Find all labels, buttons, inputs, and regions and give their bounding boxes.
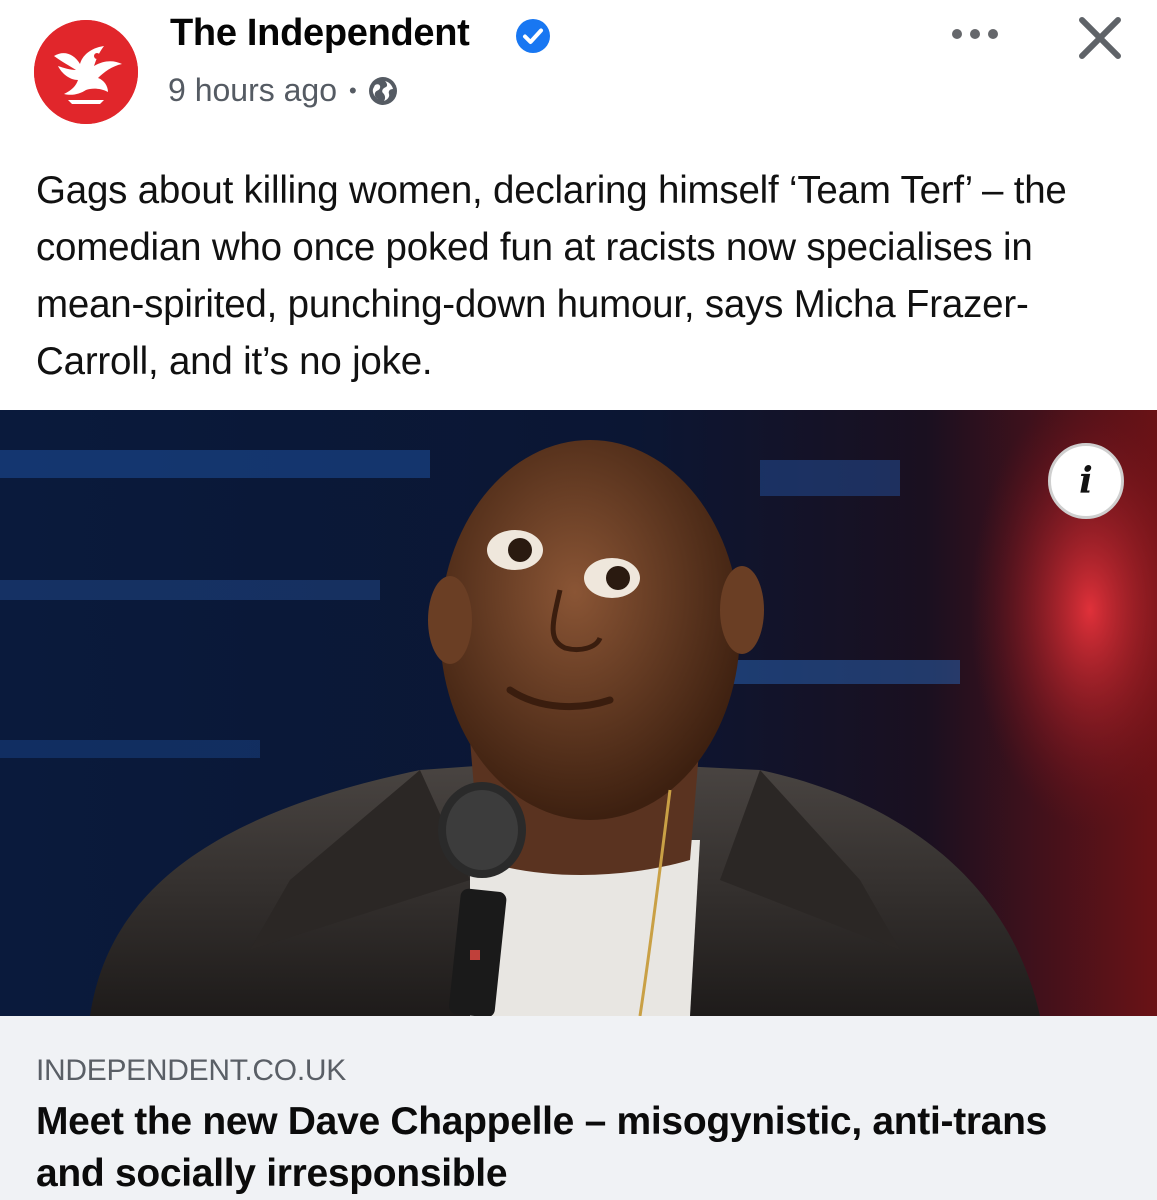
link-preview-card[interactable]: INDEPENDENT.CO.UK Meet the new Dave Chap…	[0, 1016, 1157, 1200]
globe-icon	[368, 76, 397, 105]
post-caption: Gags about killing women, declaring hims…	[36, 169, 1067, 383]
link-domain: INDEPENDENT.CO.UK	[36, 1054, 346, 1087]
eagle-logo-icon	[34, 20, 138, 124]
page-name[interactable]: The Independent	[170, 12, 470, 55]
post-timestamp[interactable]: 9 hours ago	[168, 72, 337, 109]
meta-separator: •	[349, 77, 357, 103]
comedian-photo	[0, 410, 1157, 1016]
link-headline[interactable]: Meet the new Dave Chappelle – misogynist…	[36, 1096, 1126, 1200]
verified-badge-icon	[516, 19, 550, 53]
article-photo[interactable]	[0, 410, 1157, 1016]
post-meta: 9 hours ago •	[168, 72, 399, 109]
more-options-icon[interactable]	[950, 22, 1000, 46]
page-avatar[interactable]	[34, 20, 138, 124]
post-header: The Independent 9 hours ago •	[0, 0, 1157, 150]
ad-info-button[interactable]: i	[1048, 443, 1124, 519]
close-icon[interactable]	[1074, 12, 1126, 64]
